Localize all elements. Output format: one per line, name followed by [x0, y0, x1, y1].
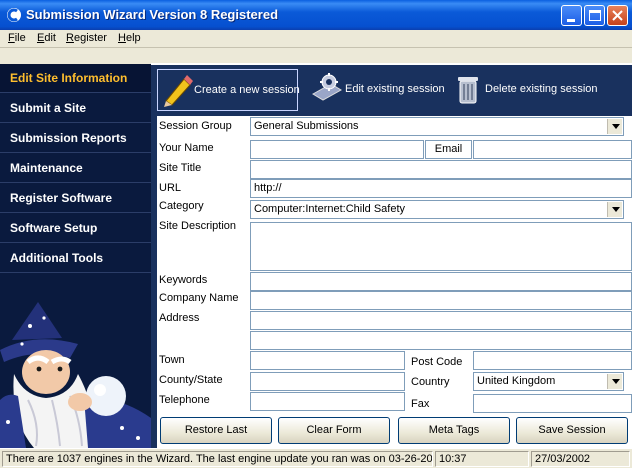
- site-title-input[interactable]: [250, 160, 632, 179]
- menu-edit[interactable]: Edit: [37, 32, 56, 44]
- url-label: URL: [159, 182, 182, 194]
- country-value: United Kingdom: [477, 375, 556, 387]
- gear-icon: [312, 73, 342, 101]
- sidebar-item-submission-reports[interactable]: Submission Reports: [0, 124, 151, 153]
- sidebar-item-additional-tools[interactable]: Additional Tools: [0, 244, 151, 273]
- company-name-label: Company Name: [159, 292, 239, 304]
- restore-last-button[interactable]: Restore Last: [160, 417, 272, 444]
- sidebar-item-register-software[interactable]: Register Software: [0, 184, 151, 213]
- session-group-value: General Submissions: [254, 120, 359, 132]
- wizard-mascot-image: [0, 302, 151, 448]
- app-window: Submission Wizard Version 8 Registered F…: [0, 0, 632, 468]
- delete-session-label: Delete existing session: [485, 83, 598, 95]
- window-title: Submission Wizard Version 8 Registered: [26, 7, 279, 22]
- maximize-button[interactable]: [584, 5, 605, 26]
- keywords-label: Keywords: [159, 274, 208, 286]
- save-session-button[interactable]: Save Session: [516, 417, 628, 444]
- meta-tags-button[interactable]: Meta Tags: [398, 417, 510, 444]
- title-bar[interactable]: Submission Wizard Version 8 Registered: [0, 0, 632, 30]
- telephone-label: Telephone: [159, 394, 210, 406]
- sidebar-item-maintenance[interactable]: Maintenance: [0, 154, 151, 183]
- address-line1-input[interactable]: [250, 311, 632, 330]
- status-bar: There are 1037 engines in the Wizard. Th…: [0, 448, 632, 468]
- delete-session-button[interactable]: Delete existing session: [449, 69, 599, 111]
- category-value: Computer:Internet:Child Safety: [254, 203, 406, 215]
- clear-form-button[interactable]: Clear Form: [278, 417, 390, 444]
- telephone-input[interactable]: [250, 392, 405, 411]
- session-group-select[interactable]: General Submissions: [250, 117, 624, 136]
- post-code-label: Post Code: [411, 356, 463, 368]
- address-label: Address: [159, 312, 200, 324]
- create-session-button[interactable]: Create a new session: [157, 69, 300, 111]
- fax-label: Fax: [411, 398, 430, 410]
- create-session-label: Create a new session: [194, 84, 300, 96]
- company-name-input[interactable]: [250, 291, 632, 310]
- sidebar-item-software-setup[interactable]: Software Setup: [0, 214, 151, 243]
- your-name-label: Your Name: [159, 142, 214, 154]
- edit-session-label: Edit existing session: [345, 83, 445, 95]
- close-button[interactable]: [607, 5, 628, 26]
- email-label: Email: [425, 140, 472, 159]
- engine-status-text: There are 1037 engines in the Wizard. Th…: [2, 451, 433, 467]
- your-name-input[interactable]: [250, 140, 424, 159]
- email-input[interactable]: [473, 140, 632, 159]
- country-select[interactable]: United Kingdom: [473, 372, 624, 391]
- status-date: 27/03/2002: [531, 451, 630, 467]
- category-select[interactable]: Computer:Internet:Child Safety: [250, 200, 624, 219]
- category-label: Category: [159, 200, 204, 212]
- keywords-input[interactable]: [250, 272, 632, 291]
- app-icon: [7, 8, 21, 22]
- url-input[interactable]: http://: [250, 179, 632, 198]
- chevron-down-icon[interactable]: [607, 374, 622, 389]
- site-information-form: Session Group General Submissions Your N…: [157, 116, 632, 448]
- country-label: Country: [411, 376, 450, 388]
- minimize-button[interactable]: [561, 5, 582, 26]
- site-description-textarea[interactable]: [250, 222, 632, 271]
- town-label: Town: [159, 354, 185, 366]
- post-code-input[interactable]: [473, 351, 632, 370]
- chevron-down-icon[interactable]: [607, 202, 622, 217]
- sidebar-item-edit-site-information[interactable]: Edit Site Information: [0, 64, 151, 93]
- menu-bar: File Edit Register Help: [0, 30, 632, 48]
- site-description-label: Site Description: [159, 220, 237, 232]
- status-time: 10:37: [435, 451, 529, 467]
- sidebar: Edit Site Information Submit a Site Subm…: [0, 64, 151, 448]
- site-title-label: Site Title: [159, 162, 202, 174]
- menu-file[interactable]: File: [8, 32, 26, 44]
- sidebar-item-submit-a-site[interactable]: Submit a Site: [0, 94, 151, 123]
- chevron-down-icon[interactable]: [607, 119, 622, 134]
- town-input[interactable]: [250, 351, 405, 370]
- fax-input[interactable]: [473, 394, 632, 413]
- county-state-input[interactable]: [250, 372, 405, 391]
- session-toolbar: Create a new session Edit existing sessi…: [151, 65, 632, 116]
- address-line2-input[interactable]: [250, 331, 632, 350]
- menu-help[interactable]: Help: [118, 32, 141, 44]
- session-group-label: Session Group: [159, 120, 232, 132]
- close-icon: [612, 10, 623, 21]
- pencil-icon: [164, 75, 193, 107]
- menu-register[interactable]: Register: [66, 32, 107, 44]
- edit-session-button[interactable]: Edit existing session: [307, 69, 445, 111]
- trash-icon: [458, 77, 478, 104]
- county-state-label: County/State: [159, 374, 223, 386]
